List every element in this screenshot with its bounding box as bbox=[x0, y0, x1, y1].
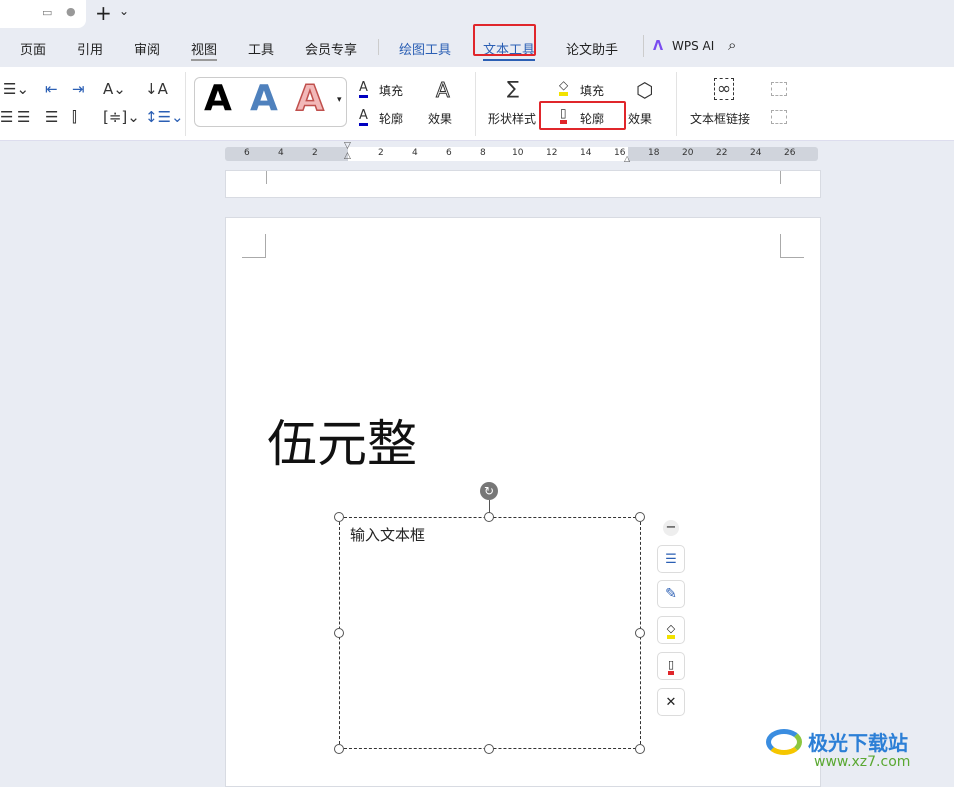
resize-handle[interactable] bbox=[635, 512, 645, 522]
shape-style-icon: ∑ bbox=[507, 78, 520, 99]
new-tab-button[interactable]: + bbox=[95, 1, 112, 25]
horizontal-ruler[interactable]: 6 4 2 2 4 6 8 10 12 14 16 18 20 22 24 26 bbox=[225, 147, 818, 161]
rotate-handle-icon[interactable]: ↻ bbox=[480, 482, 498, 500]
resize-handle[interactable] bbox=[635, 744, 645, 754]
document-heading[interactable]: 伍元整 bbox=[267, 404, 417, 476]
text-fill-icon[interactable]: A bbox=[359, 80, 368, 98]
menu-wps-ai[interactable]: WPS AI bbox=[672, 39, 714, 53]
next-textbox-icon[interactable] bbox=[771, 110, 787, 124]
right-indent-marker[interactable]: △ bbox=[624, 154, 630, 163]
text-fill-button[interactable]: 填充 bbox=[379, 82, 403, 99]
outline-quick-button[interactable]: ▯ bbox=[657, 652, 685, 680]
resize-handle[interactable] bbox=[334, 744, 344, 754]
gallery-more-icon[interactable]: ▾ bbox=[337, 95, 342, 105]
menu-page[interactable]: 页面 bbox=[20, 39, 46, 58]
menu-review[interactable]: 审阅 bbox=[134, 39, 160, 58]
text-direction-icon[interactable]: ↓A bbox=[145, 80, 168, 98]
monitor-icon: ▭ bbox=[42, 6, 53, 19]
distribute-icon[interactable]: ⫿ bbox=[72, 108, 77, 126]
text-effect-button[interactable]: 效果 bbox=[428, 110, 452, 127]
ruler-tick: 20 bbox=[682, 148, 694, 158]
ruler-tick: 22 bbox=[716, 148, 728, 158]
style-sample-red-outline[interactable]: A bbox=[295, 77, 324, 120]
ruler-tick: 26 bbox=[784, 148, 796, 158]
resize-handle[interactable] bbox=[635, 628, 645, 638]
text-outline-button[interactable]: 轮廓 bbox=[379, 110, 403, 127]
wrap-text-icon: ☰ bbox=[665, 551, 677, 567]
menu-member[interactable]: 会员专享 bbox=[305, 39, 357, 58]
layout-options-button[interactable]: ☰ bbox=[657, 545, 685, 573]
style-sample-black[interactable]: A bbox=[204, 78, 232, 119]
shape-fill-button[interactable]: 填充 bbox=[580, 82, 604, 99]
align-left-icon[interactable]: ☰ bbox=[0, 108, 13, 126]
textbox-link-icon: ∞ bbox=[714, 78, 735, 100]
search-icon[interactable]: ⌕ bbox=[728, 36, 736, 54]
ruler-tick: 24 bbox=[750, 148, 762, 158]
ruler-tick: 10 bbox=[512, 148, 524, 158]
text-box-content[interactable]: 输入文本框 bbox=[350, 524, 425, 545]
menu-drawing-tools[interactable]: 绘图工具 bbox=[399, 39, 451, 58]
shape-effect-button[interactable]: 效果 bbox=[628, 110, 652, 127]
brush-icon: ✎ bbox=[665, 586, 677, 602]
char-spacing-icon[interactable]: A⌄ bbox=[103, 80, 126, 98]
tab-list-dropdown[interactable]: ⌄ bbox=[119, 4, 129, 18]
ruler-tick: 14 bbox=[580, 148, 592, 158]
shape-effect-icon: ⬡ bbox=[636, 78, 654, 102]
resize-handle[interactable] bbox=[484, 744, 494, 754]
menu-tools[interactable]: 工具 bbox=[248, 39, 274, 58]
line-spacing-icon[interactable]: ↕☰⌄ bbox=[145, 108, 184, 126]
ruler-tick: 4 bbox=[412, 148, 418, 158]
watermark-logo bbox=[766, 723, 806, 763]
resize-handle[interactable] bbox=[334, 628, 344, 638]
shape-fill-icon[interactable]: ◇ bbox=[559, 78, 569, 96]
ruler-tick: 18 bbox=[648, 148, 660, 158]
collapse-icon[interactable]: − bbox=[663, 520, 679, 536]
text-style-gallery[interactable]: A A A ▾ bbox=[194, 77, 347, 127]
ruler-tick: 12 bbox=[546, 148, 558, 158]
ruler-tick: 4 bbox=[278, 148, 284, 158]
previous-textbox-icon[interactable] bbox=[771, 82, 787, 96]
divider bbox=[378, 39, 379, 55]
text-effect-icon: A bbox=[436, 78, 451, 103]
numbered-list-icon[interactable]: ☰⌄ bbox=[3, 80, 29, 98]
ruler-tick: 2 bbox=[378, 148, 384, 158]
more-tools-button[interactable]: ✕ bbox=[657, 688, 685, 716]
outline-icon: ▯ bbox=[667, 658, 675, 675]
resize-handle[interactable] bbox=[484, 512, 494, 522]
ruler-tick: 8 bbox=[480, 148, 486, 158]
divider bbox=[643, 35, 644, 57]
text-box[interactable]: 输入文本框 bbox=[339, 517, 641, 749]
fill-quick-button[interactable]: ◇ bbox=[657, 616, 685, 644]
decrease-indent-icon[interactable]: ⇤ bbox=[45, 80, 58, 98]
shape-style-quick-button[interactable]: ✎ bbox=[657, 580, 685, 608]
highlight-box-outline bbox=[539, 101, 626, 130]
watermark-name: 极光下载站 bbox=[808, 731, 908, 755]
resize-handle[interactable] bbox=[334, 512, 344, 522]
tools-icon: ✕ bbox=[665, 694, 677, 710]
increase-indent-icon[interactable]: ⇥ bbox=[72, 80, 85, 98]
document-tab[interactable]: ▭ ● bbox=[0, 0, 86, 28]
highlight-box-text-tools bbox=[473, 24, 536, 56]
shape-style-button[interactable]: 形状样式 bbox=[488, 110, 536, 127]
wps-ai-icon: Λ bbox=[653, 39, 664, 54]
menu-thesis-assistant[interactable]: 论文助手 bbox=[566, 39, 618, 58]
justify-icon[interactable]: ☰ bbox=[45, 108, 58, 126]
previous-page bbox=[225, 170, 821, 198]
ruler-tick: 6 bbox=[446, 148, 452, 158]
style-sample-blue[interactable]: A bbox=[250, 78, 278, 119]
ruler-tick: 2 bbox=[312, 148, 318, 158]
fill-bucket-icon: ◇ bbox=[666, 622, 676, 639]
vertical-align-icon[interactable]: [≑]⌄ bbox=[103, 108, 140, 126]
text-outline-icon[interactable]: A bbox=[359, 108, 368, 126]
unsaved-dot-icon: ● bbox=[66, 5, 76, 18]
menu-reference[interactable]: 引用 bbox=[77, 39, 103, 58]
indent-marker[interactable]: ▽ △ bbox=[344, 141, 351, 161]
watermark-url: www.xz7.com bbox=[814, 754, 911, 770]
align-center-icon[interactable]: ☰ bbox=[17, 108, 30, 126]
ruler-tick: 6 bbox=[244, 148, 250, 158]
menu-view[interactable]: 视图 bbox=[191, 39, 218, 61]
textbox-link-button[interactable]: 文本框链接 bbox=[690, 110, 750, 127]
ribbon bbox=[0, 67, 954, 141]
